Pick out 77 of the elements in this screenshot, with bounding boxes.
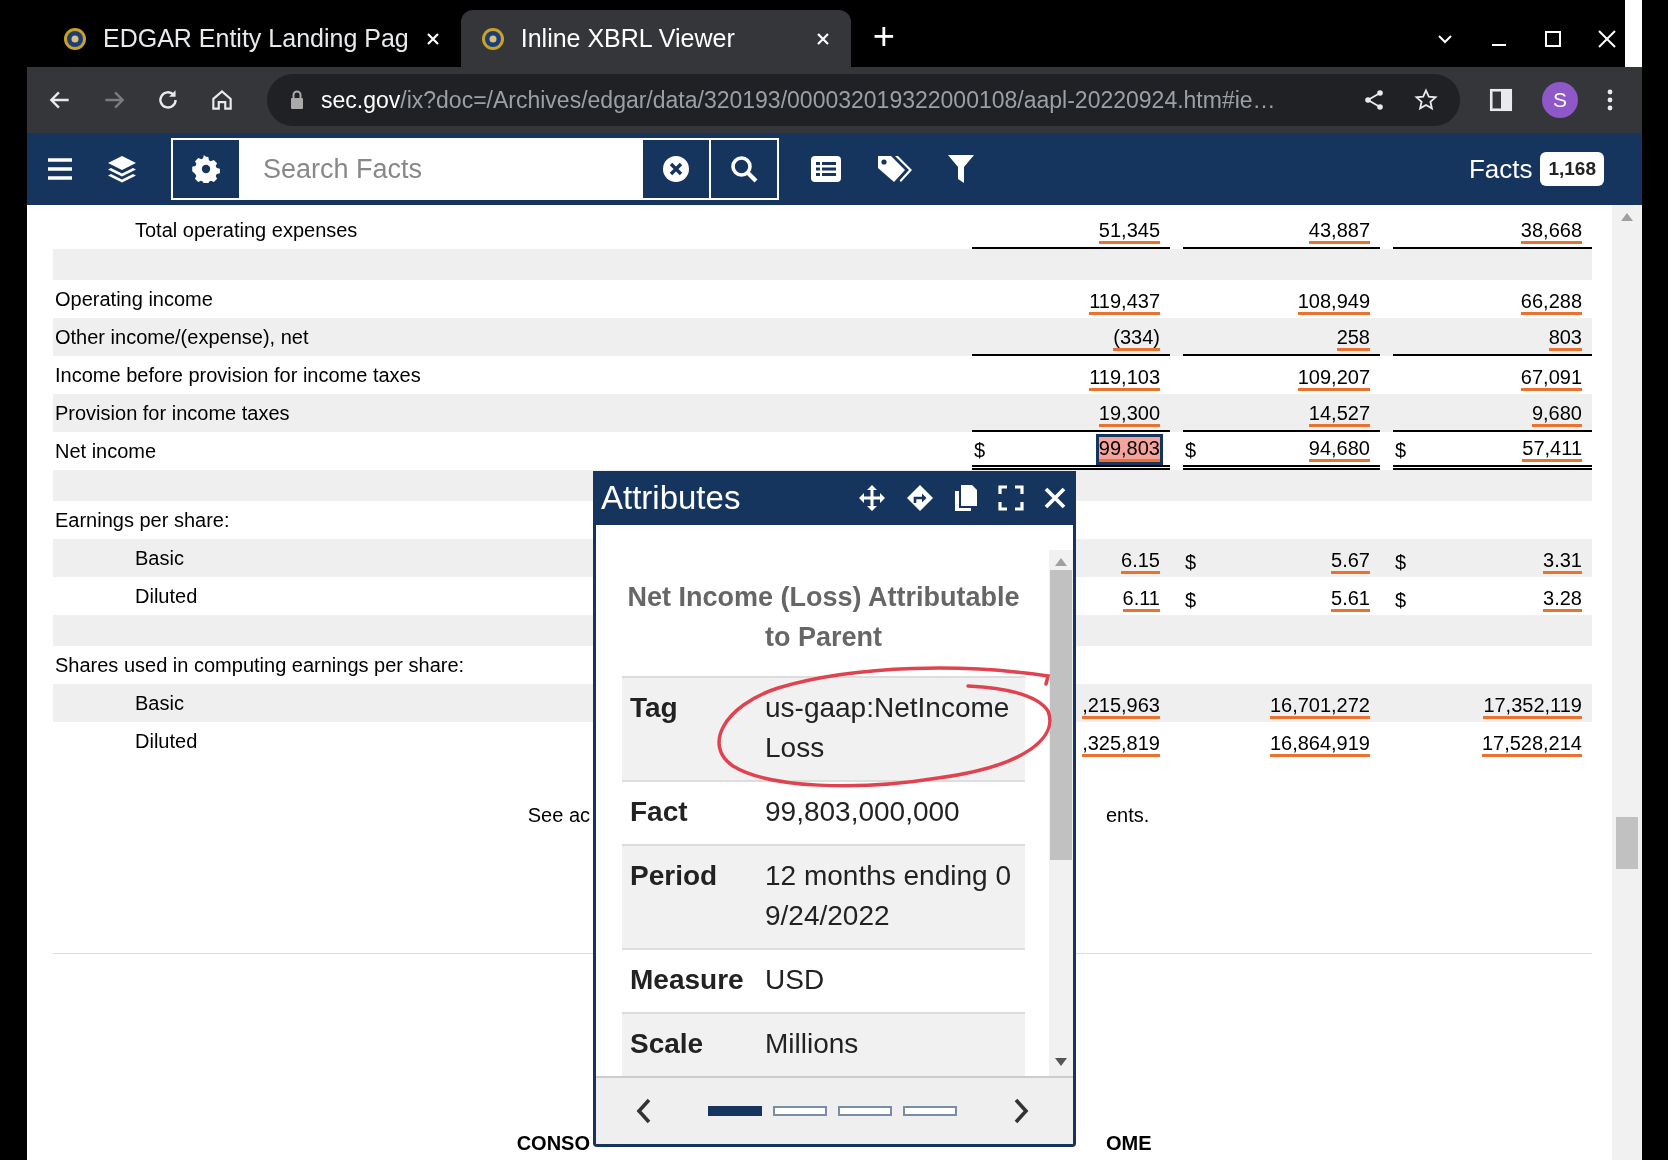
fact-value[interactable]: 38,668 bbox=[1520, 219, 1582, 244]
fact-value[interactable]: 16,701,272 bbox=[1269, 694, 1370, 719]
row-label: Basic bbox=[134, 691, 184, 715]
row-label: Other income/(expense), net bbox=[54, 325, 309, 349]
currency-sign: $ bbox=[1185, 551, 1197, 574]
row-label: Total operating expenses bbox=[134, 218, 358, 242]
field-label: Measure bbox=[630, 963, 745, 997]
fact-value[interactable]: 6.11 bbox=[1122, 587, 1160, 612]
currency-sign: $ bbox=[1395, 589, 1407, 612]
fact-value[interactable]: (334) bbox=[1113, 326, 1160, 351]
footnote-text: See ac bbox=[527, 804, 590, 827]
row-label: Net income bbox=[54, 439, 157, 463]
statement-heading: CONSO bbox=[516, 1132, 590, 1155]
facts-count: 1,168 bbox=[1540, 152, 1604, 186]
browser-tab[interactable]: EDGAR Entity Landing Pag bbox=[43, 10, 461, 67]
field-value: us-gaap:NetIncomeLoss bbox=[765, 691, 1011, 765]
fact-value[interactable]: 17,528,214 bbox=[1481, 732, 1582, 757]
fact-value[interactable]: 57,411 bbox=[1522, 437, 1582, 462]
fact-value[interactable]: 108,949 bbox=[1297, 290, 1370, 315]
fact-value[interactable]: 16,864,919 bbox=[1269, 732, 1370, 757]
browser-tab[interactable]: Inline XBRL Viewer bbox=[460, 10, 851, 67]
field-value: Millions bbox=[765, 1027, 860, 1061]
profile-avatar[interactable]: S bbox=[1542, 82, 1578, 118]
statement-heading: OME bbox=[1106, 1132, 1152, 1155]
currency-sign: $ bbox=[1185, 589, 1197, 612]
row-label: Earnings per share: bbox=[54, 508, 230, 532]
row-label: Diluted bbox=[134, 584, 198, 608]
url-path: /ix?doc=/Archives/edgar/data/320193/000032019322000108/aapl-20220924.htm#ie… bbox=[400, 86, 1276, 113]
footnote-text: ents. bbox=[1106, 804, 1150, 827]
row-label: Shares used in computing earnings per share: bbox=[54, 653, 465, 677]
fact-value[interactable]: 51,345 bbox=[1098, 219, 1160, 244]
field-value: 12 months ending 09/24/2022 bbox=[765, 859, 1011, 933]
fact-value[interactable]: 67,091 bbox=[1520, 366, 1582, 391]
url-domain: sec.gov bbox=[321, 86, 401, 113]
fact-value[interactable]: 43,887 bbox=[1308, 219, 1370, 244]
field-label: Fact bbox=[630, 795, 689, 829]
fact-value[interactable]: 99,803 bbox=[1098, 437, 1160, 462]
fact-value[interactable]: 17,352,119 bbox=[1483, 694, 1582, 719]
row-label: Basic bbox=[134, 546, 184, 570]
fact-value[interactable]: 803 bbox=[1548, 326, 1582, 351]
search-field[interactable]: Search Facts bbox=[241, 138, 641, 200]
facts-label: Facts bbox=[1468, 153, 1533, 185]
field-value: 99,803,000,000 bbox=[765, 795, 961, 829]
fact-value[interactable]: 14,527 bbox=[1308, 402, 1370, 427]
fact-value[interactable]: 66,288 bbox=[1520, 290, 1582, 315]
fact-value[interactable]: 5.61 bbox=[1331, 587, 1370, 612]
currency-sign: $ bbox=[1185, 439, 1197, 462]
fact-value[interactable]: 109,207 bbox=[1297, 366, 1370, 391]
fact-value[interactable]: ,325,819 bbox=[1082, 732, 1160, 757]
row-label: Income before provision for income taxes bbox=[54, 363, 421, 387]
row-label: Diluted bbox=[134, 729, 198, 753]
fact-value[interactable]: 3.31 bbox=[1543, 549, 1582, 574]
currency-sign: $ bbox=[974, 439, 986, 462]
field-value: USD bbox=[765, 963, 826, 997]
fact-value[interactable]: 94,680 bbox=[1308, 437, 1370, 462]
fact-value[interactable]: 119,437 bbox=[1089, 290, 1160, 315]
tab-title: EDGAR Entity Landing Pag bbox=[103, 24, 409, 53]
fact-value[interactable]: 6.15 bbox=[1121, 549, 1160, 574]
row-label: Operating income bbox=[54, 287, 213, 311]
currency-sign: $ bbox=[1395, 439, 1407, 462]
field-label: Period bbox=[630, 859, 719, 893]
fact-value[interactable]: 3.28 bbox=[1543, 587, 1582, 612]
tab-title: Inline XBRL Viewer bbox=[520, 24, 735, 53]
fact-value[interactable]: 9,680 bbox=[1531, 402, 1582, 427]
fact-value[interactable]: ,215,963 bbox=[1082, 694, 1160, 719]
row-label: Provision for income taxes bbox=[54, 401, 290, 425]
dialog-title: Attributes bbox=[601, 479, 741, 517]
fact-value[interactable]: 258 bbox=[1336, 326, 1370, 351]
field-label: Scale bbox=[630, 1027, 705, 1061]
address-field[interactable]: sec.gov/ix?doc=/Archives/edgar/data/320193/000032019322000108/aapl-20220924.htm#ie… bbox=[267, 74, 1460, 126]
fact-value[interactable]: 119,103 bbox=[1089, 366, 1160, 391]
field-label: Tag bbox=[630, 691, 679, 725]
concept-title: Net Income (Loss) Attributable to Parent bbox=[626, 581, 1021, 654]
fact-value[interactable]: 19,300 bbox=[1098, 402, 1160, 427]
currency-sign: $ bbox=[1395, 551, 1407, 574]
fact-value[interactable]: 5.67 bbox=[1331, 549, 1370, 574]
new-tab-button[interactable]: + bbox=[872, 10, 895, 67]
